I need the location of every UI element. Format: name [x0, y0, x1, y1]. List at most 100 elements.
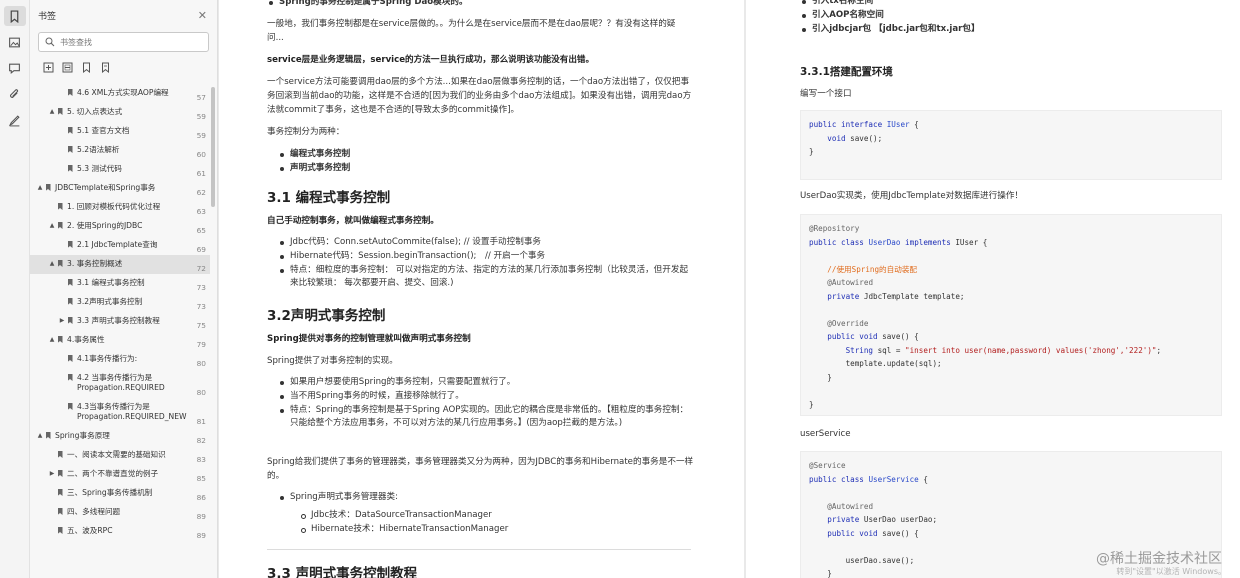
bookmark-label: 3.3 声明式事务控制教程	[77, 316, 160, 325]
bookmark-label: 一、阅读本文需要的基础知识	[67, 450, 166, 459]
bookmark-item[interactable]: 四、多线程问题 89	[30, 503, 210, 522]
paragraph: service层是业务逻辑层，service的方法一旦执行成功，那么说明该功能没…	[267, 55, 595, 65]
bookmark-page-number: 80	[196, 359, 206, 368]
bookmarks-panel: 书签 ✕ 4.6 XML方式实现AOP编程57▲5. 切入点表达式595.1 查…	[30, 0, 218, 578]
bookmark-item[interactable]: 五、波及RPC 89	[30, 522, 210, 541]
bullet-list: 引入tx名称空间 引入AOP名称空间 引入jdbcjar包 【jdbc.jar包和t…	[800, 0, 1200, 36]
collapse-arrow-icon[interactable]: ▲	[48, 259, 56, 269]
bookmark-label: 4.2 当事务传播行为是Propagation.REQUIRED	[77, 373, 165, 392]
bookmark-label: Spring事务原理	[55, 431, 110, 440]
expand-arrow-icon[interactable]: ▶	[58, 316, 66, 326]
bookmark-item[interactable]: ▲ JDBCTemplate和Spring事务 62	[30, 179, 210, 198]
list-item: 当不用Spring事务的时候，直接移除就行了。	[278, 390, 690, 404]
bookmark-label: 3.1 编程式事务控制	[77, 278, 145, 287]
comment-icon[interactable]	[4, 58, 26, 78]
bookmark-options-icon[interactable]	[99, 61, 111, 73]
bookmarks-panel-title: 书签	[38, 11, 57, 22]
bookmark-page-number: 65	[196, 226, 206, 235]
bookmark-label: 2.1 JdbcTemplate查询	[77, 240, 158, 249]
bookmark-label: 1. 回顾对模板代码优化过程	[67, 202, 161, 211]
bookmark-item[interactable]: 4.3当事务传播行为是Propagation.REQUIRED_NEW 81	[30, 398, 210, 427]
document-page-right: 引入tx名称空间 引入AOP名称空间 引入jdbcjar包 【jdbc.jar包和t…	[746, 0, 1240, 578]
bookmark-label: 3.2声明式事务控制	[77, 297, 143, 306]
bookmark-item[interactable]: 3.1 编程式事务控制 73	[30, 274, 210, 293]
bookmark-item[interactable]: 一、阅读本文需要的基础知识 83	[30, 446, 210, 465]
bookmark-icon	[56, 488, 64, 496]
signature-icon[interactable]	[4, 110, 26, 130]
paragraph: 一般地，我们事务控制都是在service层做的。。为什么是在service层而不…	[267, 19, 676, 43]
bookmark-item[interactable]: ▲ 2. 使用Spring的JDBC 65	[30, 217, 210, 236]
list-item: 编程式事务控制	[278, 148, 678, 162]
expand-all-icon[interactable]	[42, 61, 54, 73]
paragraph: Spring给我们提供了事务的管理器类，事务管理器类又分为两种，因为JDBC的事…	[267, 457, 694, 481]
bookmark-item[interactable]: ▲ 3. 事务控制概述 72	[30, 255, 210, 274]
bookmark-item[interactable]: 1. 回顾对模板代码优化过程 63	[30, 198, 210, 217]
bookmark-icon[interactable]	[3, 6, 26, 26]
bookmark-item[interactable]: ▶ 3.3 声明式事务控制教程 75	[30, 312, 210, 331]
section-heading: 3.2声明式事务控制	[267, 308, 386, 324]
collapse-arrow-icon[interactable]: ▲	[48, 335, 56, 345]
collapse-arrow-icon[interactable]: ▲	[36, 183, 44, 193]
list-item: Hibernate技术：HibernateTransactionManager	[299, 523, 679, 537]
bookmark-search-input[interactable]	[60, 37, 190, 47]
bookmark-item[interactable]: ▲ Spring事务原理 82	[30, 427, 210, 446]
bookmark-icon	[56, 507, 64, 515]
bookmark-item[interactable]: 3.2声明式事务控制 73	[30, 293, 210, 312]
bookmark-label: 5.1 查官方文档	[77, 126, 130, 135]
add-bookmark-icon[interactable]	[80, 61, 92, 73]
bookmark-icon	[66, 278, 74, 286]
bookmark-page-number: 73	[196, 283, 206, 292]
bookmark-item[interactable]: ▲ 4.事务属性 79	[30, 331, 210, 350]
close-icon[interactable]: ✕	[198, 9, 207, 22]
bookmark-item[interactable]: ▲ 5. 切入点表达式 59	[30, 103, 210, 122]
paragraph: Spring提供了对事务控制的实现。	[267, 356, 398, 366]
bookmark-icon	[44, 183, 52, 191]
bookmark-icon	[66, 145, 74, 153]
bookmark-icon	[56, 450, 64, 458]
bookmark-search-box[interactable]	[38, 32, 209, 52]
bookmark-page-number: 72	[196, 264, 206, 273]
section-heading: 3.1 编程式事务控制	[267, 190, 391, 206]
bookmark-page-number: 62	[196, 188, 206, 197]
bookmark-icon	[66, 88, 74, 96]
paragraph: 事务控制分为两种：	[267, 127, 345, 137]
bookmark-icon	[56, 107, 64, 115]
bookmark-icon	[56, 259, 64, 267]
collapse-arrow-icon[interactable]: ▲	[48, 221, 56, 231]
collapse-arrow-icon[interactable]: ▲	[36, 431, 44, 441]
bookmark-item[interactable]: 5.2语法解析 60	[30, 141, 210, 160]
collapse-arrow-icon[interactable]: ▲	[48, 107, 56, 117]
bookmark-item[interactable]: 4.2 当事务传播行为是Propagation.REQUIRED 80	[30, 369, 210, 398]
bookmark-scrollbar[interactable]	[210, 84, 215, 576]
bookmark-icon	[66, 402, 74, 410]
sub-bullet-list: Jdbc技术：DataSourceTransactionManager Hiber…	[299, 509, 679, 537]
side-toolbar	[0, 0, 30, 578]
bookmark-item[interactable]: 5.3 测试代码 61	[30, 160, 210, 179]
list-item: 声明式事务控制	[278, 162, 678, 176]
scrollbar-thumb[interactable]	[211, 87, 215, 207]
section-heading: 3.3.1搭建配置环境	[800, 66, 893, 78]
bookmark-icon	[66, 297, 74, 305]
bookmark-icon	[66, 316, 74, 324]
bullet-list: 如果用户想要使用Spring的事务控制，只需要配置就行了。 当不用Spring事务…	[278, 376, 690, 431]
image-icon[interactable]	[4, 32, 26, 52]
bookmark-page-number: 85	[196, 474, 206, 483]
bookmark-page-number: 83	[196, 455, 206, 464]
bookmark-item[interactable]: 4.1事务传播行为: 80	[30, 350, 210, 369]
bookmark-item[interactable]: 三、Spring事务传播机制 86	[30, 484, 210, 503]
paragraph: Spring提供对事务的控制管理就叫做声明式事务控制	[267, 334, 471, 344]
bookmark-icon	[66, 164, 74, 172]
bookmark-item[interactable]: 5.1 查官方文档 59	[30, 122, 210, 141]
bookmark-page-number: 82	[196, 436, 206, 445]
paragraph: 编写一个接口	[800, 89, 852, 99]
bookmark-page-number: 57	[196, 93, 206, 102]
bookmark-item[interactable]: ▶ 二、两个不靠谱直觉的例子 85	[30, 465, 210, 484]
bookmark-item[interactable]: 2.1 JdbcTemplate查询 69	[30, 236, 210, 255]
attachment-icon[interactable]	[4, 84, 26, 104]
bookmark-item[interactable]: 4.6 XML方式实现AOP编程 57	[30, 84, 210, 103]
bookmark-label: 5. 切入点表达式	[67, 107, 123, 116]
collapse-all-icon[interactable]	[61, 61, 73, 73]
bookmark-tools	[30, 52, 217, 80]
expand-arrow-icon[interactable]: ▶	[48, 469, 56, 479]
bookmark-icon	[56, 469, 64, 477]
